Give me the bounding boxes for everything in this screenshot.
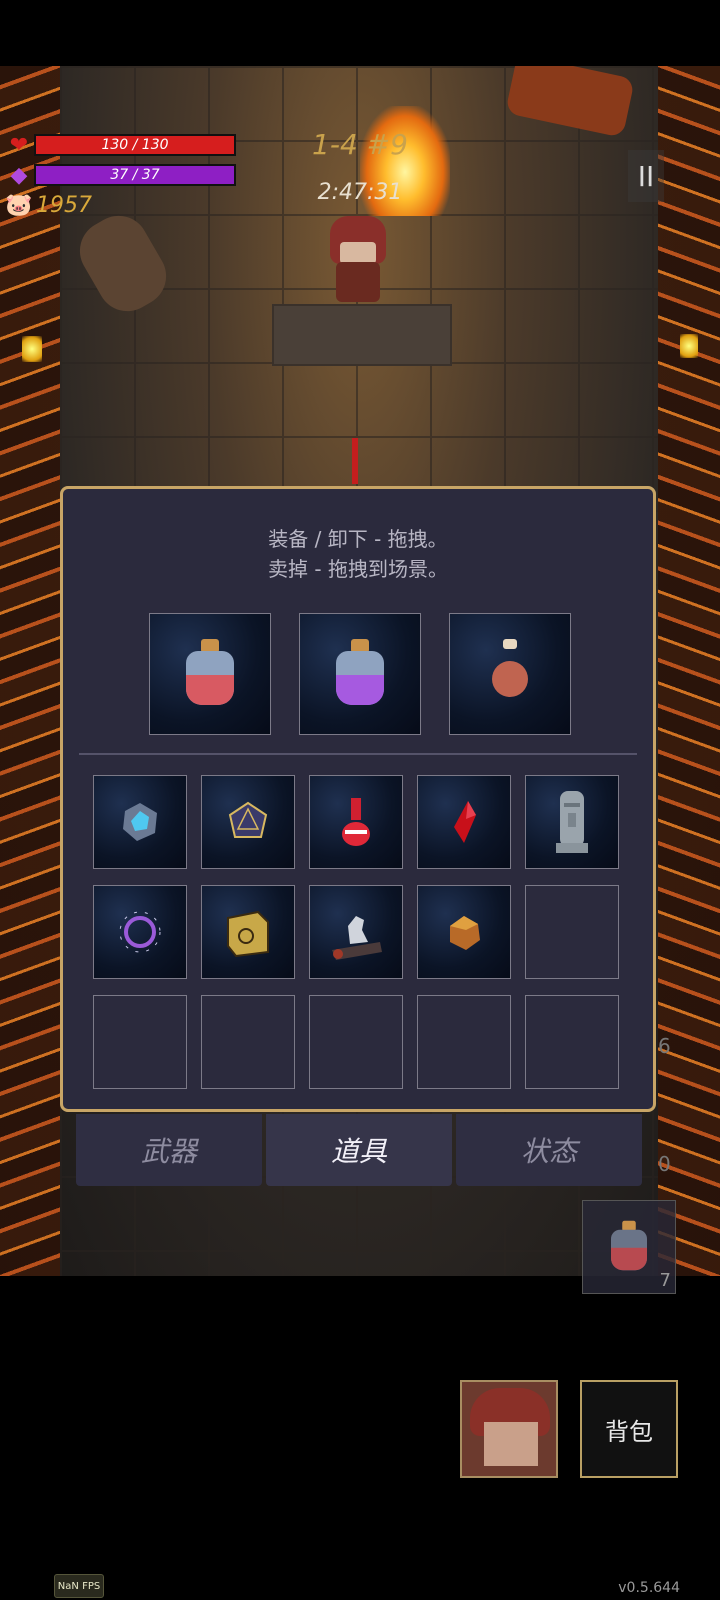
equipped-slot-2[interactable] xyxy=(299,613,421,735)
inventory-slot-4[interactable] xyxy=(417,775,511,869)
level-indicator: 1-4 #9 xyxy=(312,128,408,161)
heart-icon: ❤ xyxy=(9,132,29,158)
gold-row: 🐷 1957 xyxy=(5,192,92,218)
inventory-slot-3[interactable] xyxy=(309,775,403,869)
backpack-button[interactable]: 背包 xyxy=(580,1380,678,1478)
inventory-slot-9[interactable] xyxy=(417,885,511,979)
red-flask-icon xyxy=(310,776,402,868)
pig-coin-icon: 🐷 xyxy=(5,192,33,218)
inventory-divider xyxy=(79,753,637,755)
diamond-mana-icon: ◆ xyxy=(10,162,28,188)
pause-button[interactable]: II xyxy=(628,150,664,202)
inventory-slot-7[interactable] xyxy=(201,885,295,979)
inventory-slot-5[interactable] xyxy=(525,775,619,869)
inventory-slot-1[interactable] xyxy=(93,775,187,869)
hint-sell: 卖掉 - 拖拽到场景。 xyxy=(268,557,448,581)
purple-potion-icon xyxy=(332,639,388,709)
silver-chess-knight-icon xyxy=(310,886,402,978)
inventory-slot-6[interactable] xyxy=(93,885,187,979)
inventory-tabs: 武器 道具 状态 xyxy=(76,1114,642,1186)
tab-status[interactable]: 状态 xyxy=(456,1114,642,1186)
hint-equip: 装备 / 卸下 - 拖拽。 xyxy=(268,527,448,551)
blue-gem-cluster-icon xyxy=(94,776,186,868)
lava-wall-left xyxy=(0,66,60,1276)
gold-d20-dice-icon xyxy=(202,776,294,868)
inventory-slot-11[interactable] xyxy=(93,995,187,1089)
inventory-slot-8[interactable] xyxy=(309,885,403,979)
gold-amount: 1957 xyxy=(36,192,92,218)
red-marker xyxy=(352,438,358,484)
equipped-slot-1[interactable] xyxy=(149,613,271,735)
inventory-panel: 装备 / 卸下 - 拖拽。 卖掉 - 拖拽到场景。 xyxy=(60,486,656,1112)
tab-items[interactable]: 道具 xyxy=(266,1114,452,1186)
side-number-b: 0 xyxy=(658,1152,671,1176)
amber-ore-icon xyxy=(418,886,510,978)
version-label: v0.5.644 xyxy=(618,1580,680,1596)
inventory-slot-12[interactable] xyxy=(201,995,295,1089)
mp-text: 37 / 37 xyxy=(110,167,160,183)
player-character xyxy=(322,216,394,306)
hp-bar: 130 / 130 xyxy=(34,134,236,156)
inventory-slot-10[interactable] xyxy=(525,885,619,979)
hp-row: ❤ 130 / 130 xyxy=(6,132,236,158)
character-portrait-button[interactable] xyxy=(460,1380,558,1478)
mp-row: ◆ 37 / 37 xyxy=(6,162,236,188)
lava-wall-right xyxy=(658,66,720,1276)
inventory-slot-15[interactable] xyxy=(525,995,619,1089)
torch-left xyxy=(22,336,42,362)
game-timer: 2:47:31 xyxy=(317,180,403,205)
inventory-slot-14[interactable] xyxy=(417,995,511,1089)
mp-bar: 37 / 37 xyxy=(34,164,236,186)
equipped-slot-3[interactable] xyxy=(449,613,571,735)
red-crystal-icon xyxy=(418,776,510,868)
red-potion-icon xyxy=(608,1220,650,1274)
red-potion-icon xyxy=(182,639,238,709)
purple-ring-portal-icon xyxy=(94,886,186,978)
clay-pot-potion-icon xyxy=(482,639,538,709)
side-number-a: 6 xyxy=(658,1034,671,1058)
torch-right xyxy=(680,334,698,358)
inventory-slot-2[interactable] xyxy=(201,775,295,869)
quick-potion-slot[interactable]: 7 xyxy=(582,1200,676,1294)
tab-weapons[interactable]: 武器 xyxy=(76,1114,262,1186)
hp-text: 130 / 130 xyxy=(101,137,169,153)
moai-statue-icon xyxy=(526,776,618,868)
pause-icon: II xyxy=(637,159,655,193)
gold-rune-cube-icon xyxy=(202,886,294,978)
wooden-table xyxy=(272,304,452,366)
potion-count: 7 xyxy=(659,1270,671,1291)
fps-counter: NaN FPS xyxy=(54,1574,104,1598)
inventory-slot-13[interactable] xyxy=(309,995,403,1089)
